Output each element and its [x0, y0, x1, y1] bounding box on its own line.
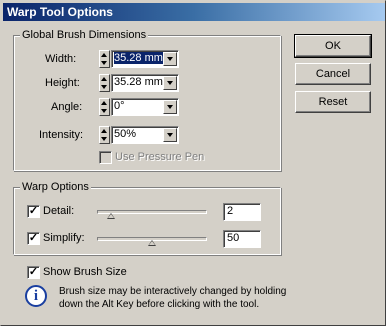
detail-checkbox[interactable]: ✓ [27, 205, 40, 218]
simplify-label: Simplify: [43, 232, 85, 244]
down-arrow-icon[interactable] [101, 137, 107, 141]
width-stepper[interactable] [99, 50, 110, 68]
info-message: Brush size may be interactively changed … [59, 285, 286, 311]
height-field[interactable]: 35.28 mm [111, 74, 179, 92]
simplify-slider-thumb[interactable] [148, 240, 156, 246]
detail-value-field[interactable]: 2 [223, 203, 261, 221]
title-bar[interactable]: Warp Tool Options [3, 3, 385, 21]
show-brush-size-label: Show Brush Size [43, 266, 127, 278]
intensity-label: Intensity: [39, 129, 84, 141]
width-label: Width: [45, 53, 77, 65]
use-pressure-pen-label: Use Pressure Pen [115, 151, 205, 163]
width-field[interactable]: 35.28 mm [111, 50, 179, 68]
down-arrow-icon[interactable] [101, 61, 107, 65]
reset-button[interactable]: Reset [295, 91, 371, 113]
up-arrow-icon[interactable] [101, 77, 107, 81]
detail-label: Detail: [43, 205, 75, 217]
chevron-down-icon[interactable] [163, 76, 177, 90]
height-label: Height: [45, 77, 80, 89]
group-legend: Warp Options [20, 181, 91, 193]
intensity-field[interactable]: 50% [111, 126, 179, 144]
group-legend: Global Brush Dimensions [20, 29, 149, 41]
ok-button[interactable]: OK [294, 34, 372, 58]
up-arrow-icon[interactable] [101, 53, 107, 57]
simplify-checkbox[interactable]: ✓ [27, 232, 40, 245]
intensity-stepper[interactable] [99, 126, 110, 144]
warp-tool-options-dialog: Warp Tool Options OK Cancel Reset Global… [0, 0, 386, 326]
down-arrow-icon[interactable] [101, 85, 107, 89]
down-arrow-icon[interactable] [101, 109, 107, 113]
height-stepper[interactable] [99, 74, 110, 92]
show-brush-size-checkbox[interactable]: ✓ [27, 266, 40, 279]
detail-slider-thumb[interactable] [107, 213, 116, 219]
simplify-value-field[interactable]: 50 [223, 230, 261, 248]
angle-label: Angle: [51, 101, 83, 113]
chevron-down-icon[interactable] [163, 52, 177, 66]
angle-stepper[interactable] [99, 98, 110, 116]
window-title: Warp Tool Options [7, 5, 113, 19]
info-icon: i [25, 285, 47, 307]
cancel-button[interactable]: Cancel [295, 63, 371, 85]
up-arrow-icon[interactable] [101, 101, 107, 105]
chevron-down-icon[interactable] [163, 128, 177, 142]
angle-field[interactable]: 0° [111, 98, 179, 116]
info-line-1: Brush size may be interactively changed … [59, 286, 287, 297]
use-pressure-pen-checkbox[interactable] [99, 151, 112, 164]
info-line-2: down the Alt Key before clicking with th… [59, 299, 260, 310]
chevron-down-icon[interactable] [163, 100, 177, 114]
up-arrow-icon[interactable] [101, 129, 107, 133]
